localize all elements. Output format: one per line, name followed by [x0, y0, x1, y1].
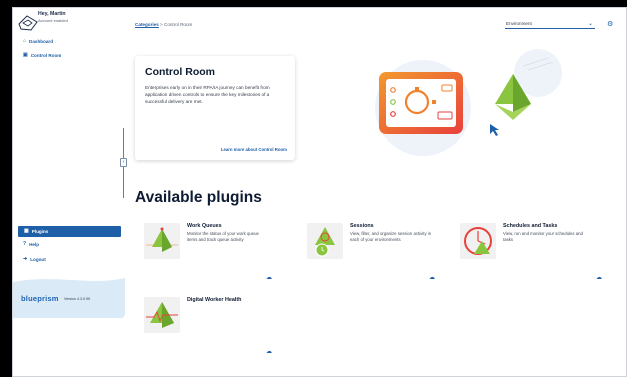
home-icon: ⌂	[23, 38, 27, 44]
breadcrumb-current: Control Room	[164, 22, 193, 27]
learn-more-link[interactable]: Learn more about Control Room	[221, 147, 287, 152]
plugin-description: Monitor the status of your work queue it…	[187, 231, 259, 242]
download-icon[interactable]: ☁	[596, 274, 602, 281]
card-description: Enterprises early on in their RPA/IA jou…	[145, 85, 270, 104]
collapse-sidebar-button[interactable]: ›	[120, 158, 127, 167]
app-window: Hey, Martin Account enabled ⌂ Dashboard …	[12, 7, 627, 377]
plugin-card-schedules-and-tasks[interactable]: Schedules and Tasks View, run and monito…	[460, 223, 610, 283]
sessions-icon	[307, 223, 343, 259]
logout-icon: ➜	[23, 256, 28, 262]
user-greeting: Hey, Martin	[38, 11, 66, 17]
breadcrumb-categories-link[interactable]: Categories	[135, 22, 159, 27]
download-icon[interactable]: ☁	[266, 348, 272, 355]
gear-icon[interactable]: ⚙	[607, 20, 613, 28]
chevron-down-icon: ⌄	[587, 21, 593, 27]
control-room-illustration	[375, 49, 562, 156]
avatar-icon	[18, 15, 38, 31]
blueprism-logo: blueprism	[21, 294, 59, 303]
user-profile[interactable]	[17, 12, 39, 32]
sidebar-item-dashboard[interactable]: ⌂ Dashboard	[23, 38, 54, 45]
plugin-description: View, filter, and organize session activ…	[350, 231, 432, 242]
sidebar-item-logout[interactable]: ➜ Logout	[23, 256, 46, 263]
plugin-description: View, run and monitor your schedules and…	[503, 231, 583, 242]
environment-value: Environment	[506, 21, 532, 26]
sidebar-item-help[interactable]: ? Help	[23, 241, 40, 248]
sidebar-item-label: Plugins	[31, 229, 49, 234]
account-status: Account enabled	[38, 18, 68, 23]
plugin-name: Sessions	[350, 223, 374, 229]
sidebar-item-label: Control Room	[30, 53, 62, 58]
plugin-name: Schedules and Tasks	[503, 223, 558, 229]
grid-icon: ▦	[24, 228, 29, 234]
download-icon[interactable]: ☁	[266, 274, 272, 281]
schedules-icon	[460, 223, 496, 259]
sidebar-item-control-room[interactable]: ▣ Control Room	[23, 52, 62, 59]
plugin-card-sessions[interactable]: Sessions View, filter, and organize sess…	[307, 223, 457, 283]
card-title: Control Room	[145, 66, 215, 78]
control-room-card: Control Room Enterprises early on in the…	[135, 56, 295, 160]
plugin-name: Work Queues	[187, 223, 222, 229]
sidebar-item-label: Dashboard	[29, 39, 54, 44]
brand-panel: blueprism Version 4.3.0.99	[13, 272, 125, 318]
sidebar-item-label: Logout	[30, 257, 46, 262]
wave-decoration	[13, 272, 125, 282]
control-room-icon: ▣	[23, 52, 28, 58]
digital-worker-health-icon	[144, 297, 180, 333]
help-icon: ?	[23, 241, 27, 247]
breadcrumb: Categories > Control Room	[135, 22, 192, 27]
sidebar: Hey, Martin Account enabled ⌂ Dashboard …	[13, 8, 125, 376]
version-label: Version 4.3.0.99	[64, 297, 90, 301]
environment-select[interactable]: Environment ⌄	[505, 19, 595, 29]
plugin-card-digital-worker-health[interactable]: Digital Worker Health ☁	[144, 297, 294, 357]
sidebar-item-plugins[interactable]: ▦ Plugins	[18, 226, 121, 237]
plugin-name: Digital Worker Health	[187, 297, 242, 303]
available-plugins-title: Available plugins	[135, 189, 262, 206]
sidebar-item-label: Help	[29, 242, 40, 247]
download-icon[interactable]: ☁	[429, 274, 435, 281]
plugin-card-work-queues[interactable]: Work Queues Monitor the status of your w…	[144, 223, 294, 283]
work-queues-icon	[144, 223, 180, 259]
